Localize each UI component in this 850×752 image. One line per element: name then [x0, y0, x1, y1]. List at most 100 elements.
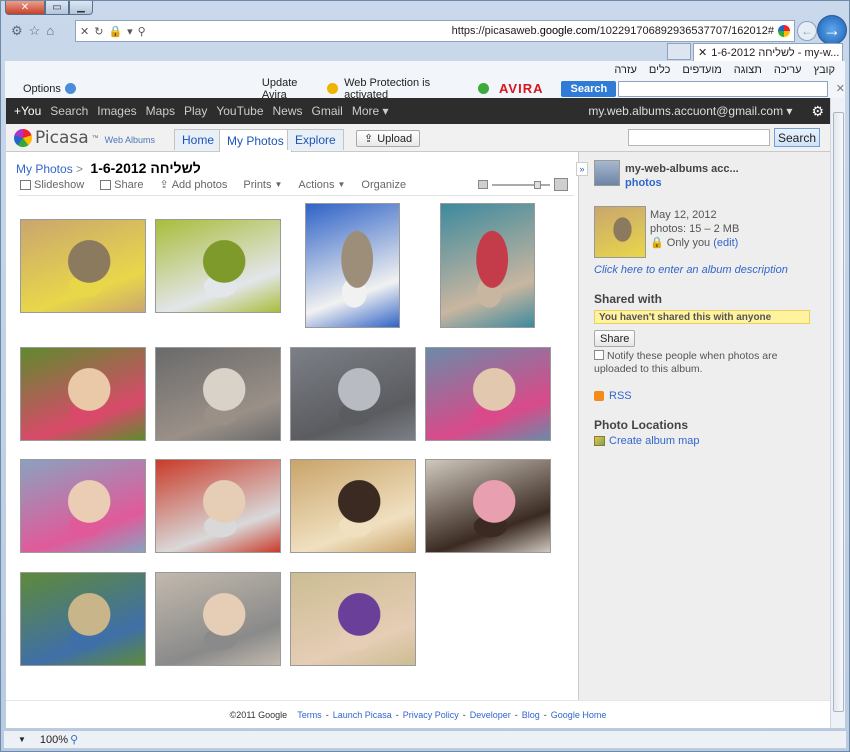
photo-girl-walking-patio[interactable] [155, 347, 281, 441]
gbar-search[interactable]: Search [50, 104, 88, 118]
gbar-plus-you[interactable]: +You [14, 104, 41, 118]
account-menu[interactable]: my.web.albums.accuont@gmail.com ▾ [588, 104, 792, 118]
avira-search-input[interactable] [618, 80, 828, 97]
zoom-level[interactable]: 100% [40, 734, 68, 746]
footer-developer[interactable]: Developer [470, 710, 511, 720]
photo-hammock-garden[interactable] [20, 572, 146, 666]
rss-link[interactable]: RSS [594, 390, 632, 402]
owner-avatar[interactable] [594, 160, 620, 186]
prints-menu[interactable]: Prints ▼ [243, 179, 282, 191]
avira-search-button[interactable]: Search [561, 80, 617, 97]
breadcrumb: My Photos > 1-6-2012 לשליחה [16, 160, 201, 176]
footer-terms[interactable]: Terms [297, 710, 322, 720]
avira-update[interactable]: Update Avira [262, 77, 339, 101]
photo-girl-blue-chair[interactable] [305, 203, 400, 328]
browser-tab[interactable]: ✕ 1-6-2012 לשליחה - my-w... [693, 43, 843, 61]
photo-birthday-cake-table[interactable] [290, 459, 416, 553]
gbar-play[interactable]: Play [184, 104, 207, 118]
scrollbar-thumb[interactable] [833, 112, 844, 712]
menu-help[interactable]: עזרה [614, 64, 636, 76]
photo-girl-red-shirt[interactable] [440, 203, 535, 328]
menu-edit[interactable]: עריכה [774, 64, 802, 76]
tab-my-photos[interactable]: My Photos [219, 129, 292, 152]
edit-visibility-link[interactable]: (edit) [713, 237, 738, 249]
thumbnail-size-slider[interactable] [478, 178, 568, 191]
album-description-link[interactable]: Click here to enter an album description [594, 264, 788, 276]
window-maximize-button[interactable]: ▭ [45, 1, 69, 15]
vertical-scrollbar[interactable] [830, 98, 845, 728]
slideshow-button[interactable]: Slideshow [20, 179, 84, 191]
footer-privacy[interactable]: Privacy Policy [403, 710, 459, 720]
window-close-button[interactable]: ✕ [5, 1, 45, 15]
organize-label: Organize [361, 178, 407, 191]
photo-search-button[interactable]: Search [774, 128, 820, 147]
settings-gear-icon[interactable]: ⚙ [811, 103, 824, 120]
photo-girl-closeup-garden[interactable] [20, 347, 146, 441]
collapse-panel-button[interactable]: » [576, 162, 588, 176]
close-icon[interactable]: ✕ [836, 82, 845, 95]
menu-tools[interactable]: כלים [649, 64, 670, 76]
gbar-news[interactable]: News [273, 104, 303, 118]
gbar-maps[interactable]: Maps [146, 104, 175, 118]
address-bar[interactable]: ✕ ↻ 🔒 ▾ ⚲ https://picasaweb.google.com/1… [75, 20, 795, 42]
zoom-menu-arrow-icon[interactable]: ▼ [18, 735, 26, 744]
picasa-logo[interactable]: Picasa ™ Web Albums [14, 128, 155, 148]
footer-launch-picasa[interactable]: Launch Picasa [333, 710, 392, 720]
tab-home[interactable]: Home [174, 129, 223, 150]
back-button[interactable]: ← [797, 21, 817, 41]
photo-girl-purple-dress[interactable] [290, 572, 416, 666]
forward-button[interactable]: → [817, 15, 847, 45]
organize-button[interactable]: Organize [361, 179, 406, 191]
stop-icon[interactable]: ✕ [80, 25, 89, 38]
share-action-button[interactable]: Share [100, 178, 144, 191]
photo-girl-pink-glasses-store[interactable] [425, 347, 551, 441]
new-tab-button[interactable] [667, 43, 691, 60]
gbar-gmail[interactable]: Gmail [312, 104, 343, 118]
window-minimize-button[interactable]: ▁ [69, 1, 93, 15]
gear-icon[interactable]: ⚙ [11, 23, 23, 39]
home-icon[interactable]: ⌂ [46, 23, 54, 39]
slider-knob[interactable] [534, 180, 541, 189]
photo-girl-parking-lot[interactable] [290, 347, 416, 441]
gbar-more[interactable]: More ▾ [352, 104, 389, 118]
footer-google-home[interactable]: Google Home [551, 710, 607, 720]
notify-checkbox[interactable] [594, 350, 604, 360]
footer-blog[interactable]: Blog [522, 710, 540, 720]
actions-menu[interactable]: Actions ▼ [298, 179, 345, 191]
photo-girl-cake-plate[interactable] [425, 459, 551, 553]
chevron-down-icon: ▼ [274, 180, 283, 189]
refresh-icon[interactable]: ↻ [94, 25, 103, 38]
share-button[interactable]: Share [594, 330, 636, 347]
zoom-icon: ⚲ [70, 734, 79, 746]
owner-name[interactable]: my-web-albums acc... [625, 163, 739, 175]
photo-girl-pink-glasses-closeup[interactable] [20, 459, 146, 553]
album-cover-thumbnail[interactable] [594, 206, 646, 258]
close-tab-icon[interactable]: ✕ [698, 46, 707, 59]
lock-icon: 🔒 [650, 237, 664, 249]
avira-options[interactable]: Options [23, 83, 76, 95]
share-label: Share [114, 178, 144, 191]
create-map-link[interactable]: Create album map [594, 435, 700, 447]
photo-girl-red-chair[interactable] [155, 459, 281, 553]
album-date: May 12, 2012 [650, 209, 717, 221]
tab-explore[interactable]: Explore [287, 129, 344, 150]
menu-file[interactable]: קובץ [814, 64, 835, 76]
crumb-my-photos[interactable]: My Photos [16, 162, 73, 176]
owner-photos-link[interactable]: photos [625, 177, 662, 189]
star-icon[interactable]: ☆ [29, 23, 41, 39]
menu-view[interactable]: תצוגה [734, 64, 762, 76]
upload-button[interactable]: ⇪ Upload [356, 130, 421, 147]
add-photos-button[interactable]: ⇪ Add photos [160, 178, 228, 192]
menu-favorites[interactable]: מועדפים [682, 64, 721, 76]
dropdown-icon[interactable]: ▾ [127, 25, 133, 38]
gbar-images[interactable]: Images [97, 104, 136, 118]
photo-children-group[interactable] [155, 572, 281, 666]
slider-track[interactable] [492, 180, 550, 189]
photo-girl-inflatable-ring[interactable] [20, 219, 146, 313]
photo-search-input[interactable] [628, 129, 770, 146]
large-image-icon [554, 178, 568, 191]
avira-protection[interactable]: Web Protection is activated [344, 77, 489, 101]
divider [18, 195, 574, 196]
photo-girl-in-pool[interactable] [155, 219, 281, 313]
gbar-youtube[interactable]: YouTube [216, 104, 263, 118]
